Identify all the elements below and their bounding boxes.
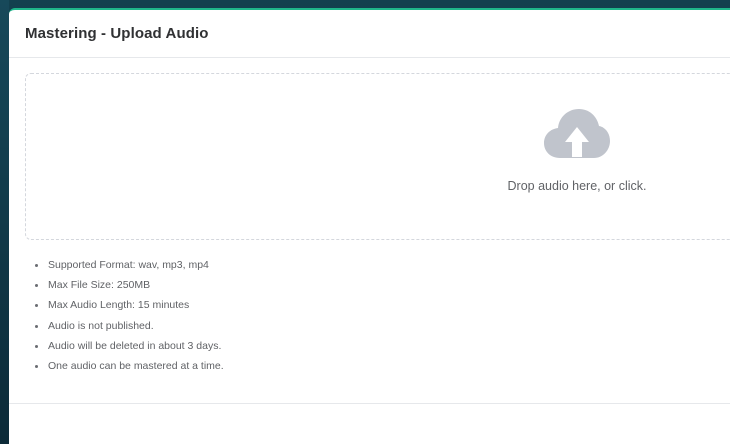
cloud-upload-icon (544, 109, 610, 158)
upload-dialog: Mastering - Upload Audio Drop audio here… (9, 8, 730, 444)
list-item: Max Audio Length: 15 minutes (47, 295, 730, 315)
dialog-title: Mastering - Upload Audio (25, 25, 209, 42)
list-item: Audio will be deleted in about 3 days. (47, 336, 730, 356)
dialog-footer-divider (9, 403, 730, 404)
list-item: Audio is not published. (47, 316, 730, 336)
list-item: One audio can be mastered at a time. (47, 356, 730, 376)
dialog-body: Drop audio here, or click. Supported For… (9, 58, 730, 376)
list-item: Max File Size: 250MB (47, 275, 730, 295)
upload-requirements-list: Supported Format: wav, mp3, mp4 Max File… (25, 255, 730, 376)
audio-dropzone[interactable]: Drop audio here, or click. (25, 73, 730, 240)
backdrop-edge (0, 0, 9, 444)
dropzone-text: Drop audio here, or click. (507, 179, 647, 193)
list-item: Supported Format: wav, mp3, mp4 (47, 255, 730, 275)
dialog-header: Mastering - Upload Audio (9, 10, 730, 58)
